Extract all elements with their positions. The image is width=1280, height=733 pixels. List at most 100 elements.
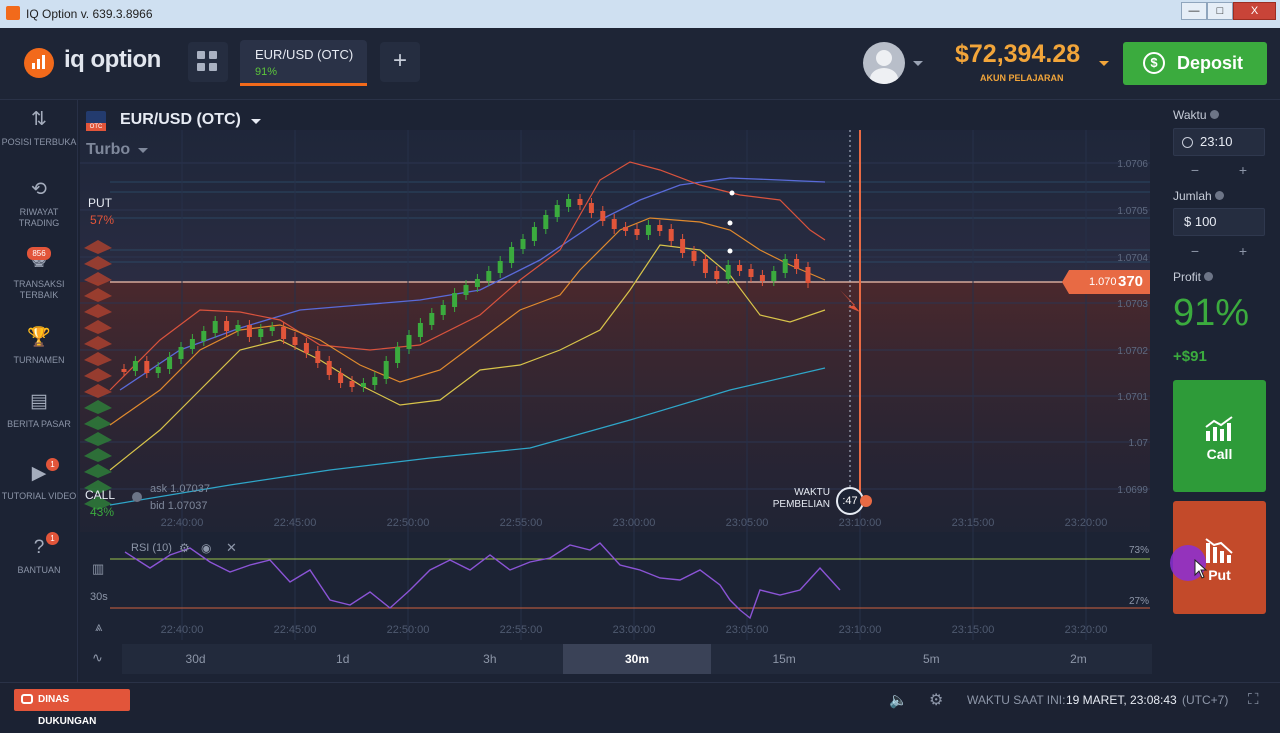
rsi-close-icon[interactable]: ✕: [226, 540, 237, 556]
candle-body: [668, 229, 674, 241]
asset-chevron-down-icon[interactable]: [251, 119, 261, 124]
candle-body: [269, 327, 275, 331]
rsi-time-axis-label: 23:00:00: [613, 624, 656, 636]
price-chart[interactable]: 1.07061.07051.07041.07031.07021.07011.07…: [80, 100, 1166, 682]
amount-increase-button[interactable]: +: [1221, 243, 1265, 259]
deposit-button[interactable]: $ Deposit: [1123, 42, 1267, 85]
timeframe-2m[interactable]: 2m: [1005, 644, 1152, 674]
maximize-button[interactable]: □: [1207, 2, 1233, 20]
profit-amount: +$91: [1173, 348, 1207, 365]
expiry-time-field[interactable]: 23:10: [1173, 128, 1265, 156]
mode-selector[interactable]: Turbo: [86, 141, 130, 159]
mouse-cursor-icon: [1194, 559, 1208, 579]
candle-body: [691, 251, 697, 261]
news-icon: ▤: [30, 391, 48, 412]
candle-body: [771, 271, 777, 281]
sidebar-item-4[interactable]: ▤ BERITA PASAR: [0, 390, 78, 430]
profit-info-icon[interactable]: [1204, 272, 1214, 281]
interval-selector[interactable]: 30s: [90, 591, 108, 603]
call-button[interactable]: Call: [1173, 380, 1266, 492]
candle-body: [281, 327, 287, 339]
sidebar-item-label: BERITA PASAR: [7, 419, 71, 429]
candle-body: [794, 259, 800, 269]
sidebar-item-0[interactable]: ⇅ POSISI TERBUKA: [0, 108, 78, 148]
sound-icon[interactable]: 🔈: [889, 691, 908, 709]
candle-body: [486, 271, 492, 281]
candle-body: [235, 325, 241, 331]
amount-decrease-button[interactable]: −: [1173, 243, 1217, 259]
asset-selector[interactable]: EUR/USD (OTC): [120, 111, 241, 129]
indicators-icon[interactable]: ∿: [92, 650, 103, 666]
sidebar-item-5[interactable]: ▶ 1 TUTORIAL VIDEO: [0, 458, 78, 502]
drawing-tools-icon[interactable]: ⩓: [95, 619, 102, 635]
sidebar-badge: 1: [46, 458, 59, 471]
rsi-time-axis-label: 23:05:00: [726, 624, 769, 636]
amount-info-icon[interactable]: [1214, 191, 1224, 200]
rsi-time-axis-label: 23:20:00: [1065, 624, 1108, 636]
sidebar-item-1[interactable]: ⟲ RIWAYAT TRADING: [0, 178, 78, 229]
candle-body: [509, 247, 515, 263]
candle-body: [611, 219, 617, 229]
timeframe-15m[interactable]: 15m: [711, 644, 858, 674]
timeframe-30m[interactable]: 30m: [563, 644, 711, 674]
minimize-button[interactable]: —: [1181, 2, 1207, 20]
mode-chevron-down-icon[interactable]: [138, 148, 148, 153]
time-axis-label: 22:40:00: [161, 517, 204, 529]
timeframe-bar: 30d 1d 3h 30m 15m 5m 2m: [122, 644, 1152, 674]
grid-menu-button[interactable]: [188, 42, 228, 82]
sidebar-item-label: TUTORIAL VIDEO: [1, 491, 77, 501]
candle-body: [258, 329, 264, 337]
chevron-down-icon[interactable]: [913, 61, 923, 66]
chart-type-icon[interactable]: ▥: [92, 561, 104, 577]
candle-body: [224, 321, 230, 331]
candle-body: [452, 293, 458, 307]
sidebar-item-2[interactable]: ♚ 856 TRANSAKSI TERBAIK: [0, 247, 78, 301]
settings-gear-icon[interactable]: ⚙: [929, 690, 943, 710]
time-axis-label: 22:55:00: [500, 517, 543, 529]
candle-body: [338, 373, 344, 383]
candle-body: [623, 227, 629, 231]
trade-marker: [729, 190, 735, 196]
rsi-visibility-eye-icon[interactable]: ◉: [201, 541, 211, 555]
balance-chevron-down-icon[interactable]: [1099, 61, 1109, 66]
close-button[interactable]: X: [1233, 2, 1276, 20]
sidebar-item-3[interactable]: 🏆 TURNAMEN: [0, 326, 78, 366]
timeframe-1d[interactable]: 1d: [269, 644, 416, 674]
asset-tab[interactable]: EUR/USD (OTC) 91%: [240, 40, 367, 86]
asset-tab-name: EUR/USD (OTC): [255, 47, 354, 62]
time-axis-label: 23:15:00: [952, 517, 995, 529]
avatar[interactable]: [863, 42, 905, 84]
candle-body: [577, 199, 583, 205]
time-increase-button[interactable]: +: [1221, 162, 1265, 178]
flag-icon: OTC: [86, 111, 106, 131]
rsi-upper-level: 73%: [1129, 545, 1150, 556]
sidebar-item-6[interactable]: ? 1 BANTUAN: [0, 532, 78, 576]
time-axis-label: 22:45:00: [274, 517, 317, 529]
time-decrease-button[interactable]: −: [1173, 162, 1217, 178]
candle-body: [463, 285, 469, 295]
timeframe-5m[interactable]: 5m: [858, 644, 1005, 674]
candle-body: [189, 339, 195, 349]
info-icon[interactable]: [132, 492, 142, 502]
time-info-icon[interactable]: [1209, 110, 1219, 119]
chart-area[interactable]: 1.0706 1.0705 1.0704 1.0703 1.0702 1.0701 1.07…: [80, 100, 1166, 682]
candle-body: [292, 337, 298, 345]
candle-body: [520, 239, 526, 249]
arrows-updown-icon: ⇅: [31, 109, 47, 130]
current-time-value: 19 MARET, 23:08:43: [1066, 693, 1177, 707]
purchase-time-label-2: PEMBELIAN: [772, 499, 830, 510]
fullscreen-icon[interactable]: ⛶: [1248, 691, 1259, 708]
candle-body: [588, 203, 594, 213]
account-balance: $72,394.28: [955, 40, 1081, 68]
history-icon: ⟲: [31, 179, 47, 200]
logo-text: iq option: [64, 46, 161, 73]
add-tab-button[interactable]: +: [380, 42, 420, 82]
rsi-settings-gear-icon[interactable]: ⚙: [179, 541, 190, 555]
candle-body: [737, 265, 743, 271]
amount-field[interactable]: $ 100: [1173, 208, 1265, 236]
rsi-time-axis-label: 22:40:00: [161, 624, 204, 636]
timeframe-3h[interactable]: 3h: [416, 644, 563, 674]
support-button[interactable]: DINAS DUKUNGAN: [14, 689, 130, 727]
candle-body: [429, 313, 435, 325]
timeframe-30d[interactable]: 30d: [122, 644, 269, 674]
